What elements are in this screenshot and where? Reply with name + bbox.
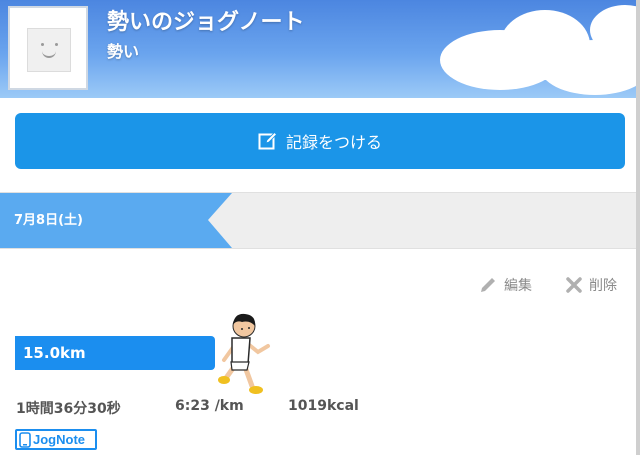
distance-value: 15.0km (23, 344, 86, 362)
pencil-square-icon (258, 131, 278, 150)
phone-icon (19, 431, 31, 448)
pace-value: 6:23 /km (175, 398, 244, 414)
jognote-label: JogNote (33, 432, 85, 447)
close-icon (566, 277, 582, 293)
scrollbar[interactable] (636, 0, 640, 455)
default-avatar-icon (27, 28, 71, 72)
duration-value: 1時間36分30秒 (16, 401, 121, 417)
edit-button[interactable]: 編集 (478, 275, 532, 295)
runner-icon (218, 313, 270, 394)
user-name: 勢い (107, 42, 140, 61)
delete-label: 削除 (589, 278, 617, 294)
jognote-badge[interactable]: JogNote (15, 429, 97, 450)
avatar[interactable] (8, 6, 88, 90)
delete-button[interactable]: 削除 (565, 275, 617, 295)
pencil-icon (481, 278, 495, 292)
edit-label: 編集 (504, 278, 532, 294)
page-title: 勢いのジョグノート (107, 10, 305, 35)
calories-value: 1019kcal (288, 398, 359, 414)
record-button-label: 記録をつける (285, 133, 382, 152)
date-header: 7月8日(土) (0, 192, 640, 249)
profile-header: 勢いのジョグノート 勢い (0, 0, 640, 98)
distance-bar-track: 15.0km (15, 336, 215, 370)
record-button[interactable]: 記録をつける (15, 113, 625, 169)
entry-date: 7月8日(土) (14, 213, 83, 228)
